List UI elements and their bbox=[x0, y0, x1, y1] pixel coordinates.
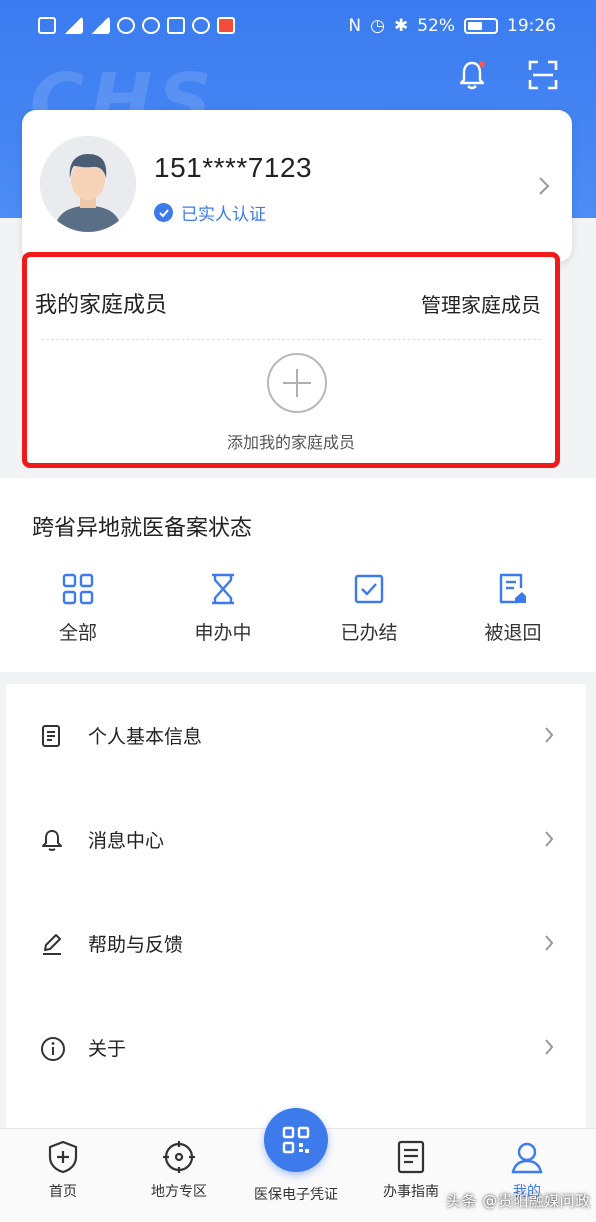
heart-icon bbox=[142, 17, 160, 34]
status-icons-left bbox=[38, 17, 235, 34]
status-icons-right: N ◷ ✱ 52% 19:26 bbox=[348, 16, 556, 36]
tab-label: 首页 bbox=[49, 1184, 77, 1200]
chevron-right-icon bbox=[545, 727, 554, 743]
record-status-title: 跨省异地就医备案状态 bbox=[32, 516, 253, 541]
add-family-member-label[interactable]: 添加我的家庭成员 bbox=[27, 429, 555, 453]
record-filter-label: 被退回 bbox=[484, 622, 542, 644]
menu-item-about[interactable]: 关于 bbox=[6, 996, 586, 1100]
target-icon bbox=[163, 1141, 195, 1173]
menu-item-label: 个人基本信息 bbox=[88, 726, 203, 748]
menu-item-label: 关于 bbox=[88, 1038, 127, 1060]
check-box-icon bbox=[354, 574, 384, 604]
tab-home[interactable]: 首页 bbox=[8, 1139, 118, 1201]
scan-icon[interactable] bbox=[526, 58, 560, 92]
signal-icon bbox=[63, 17, 83, 34]
record-filter-completed[interactable]: 已办结 bbox=[314, 572, 424, 645]
bell-icon[interactable] bbox=[455, 58, 489, 92]
guide-doc-icon bbox=[397, 1140, 425, 1174]
menu-item-label: 消息中心 bbox=[88, 830, 165, 852]
record-filter-label: 已办结 bbox=[340, 622, 398, 644]
chevron-right-icon bbox=[545, 935, 554, 951]
chat-icon bbox=[192, 17, 210, 34]
battery-percent: 52% bbox=[417, 16, 455, 36]
record-filter-label: 申办中 bbox=[194, 622, 252, 644]
profile-card[interactable]: 151****7123 已实人认证 bbox=[22, 110, 572, 262]
record-filter-label: 全部 bbox=[58, 622, 97, 644]
divider bbox=[41, 339, 541, 340]
menu-item-personal-info[interactable]: 个人基本信息 bbox=[6, 684, 586, 788]
menu-item-label: 帮助与反馈 bbox=[88, 934, 184, 956]
record-filter-processing[interactable]: 申办中 bbox=[168, 572, 278, 645]
verified-check-icon bbox=[154, 203, 173, 222]
chevron-right-icon bbox=[545, 1039, 554, 1055]
tab-label: 地方专区 bbox=[151, 1184, 207, 1200]
signal-icon-2 bbox=[90, 17, 110, 34]
bluetooth-icon: ✱ bbox=[393, 16, 409, 36]
record-filter-returned[interactable]: 被退回 bbox=[458, 572, 568, 645]
qr-icon bbox=[282, 1126, 310, 1154]
alarm-icon: ◷ bbox=[370, 16, 385, 36]
verified-status: 已实人认证 bbox=[154, 200, 266, 225]
chevron-right-icon bbox=[539, 177, 550, 195]
hd-icon bbox=[38, 17, 56, 34]
shield-icon bbox=[48, 1140, 78, 1174]
pen-icon bbox=[43, 934, 61, 955]
battery-icon bbox=[464, 18, 498, 34]
record-filter-all[interactable]: 全部 bbox=[23, 572, 133, 645]
returned-doc-icon bbox=[499, 573, 526, 604]
hourglass-icon bbox=[212, 573, 234, 605]
user-icon bbox=[511, 1142, 543, 1174]
chevron-right-icon bbox=[545, 831, 554, 847]
app-notification-icon bbox=[167, 17, 185, 34]
manage-family-link[interactable]: 管理家庭成员 bbox=[421, 289, 541, 318]
news-app-icon bbox=[217, 17, 235, 34]
menu-item-messages[interactable]: 消息中心 bbox=[6, 788, 586, 892]
avatar-person-icon bbox=[40, 136, 136, 232]
verified-label: 已实人认证 bbox=[181, 205, 266, 225]
family-members-card: 我的家庭成员 管理家庭成员 添加我的家庭成员 bbox=[22, 252, 560, 468]
phone-number: 151****7123 bbox=[154, 152, 313, 183]
clock: 19:26 bbox=[507, 16, 556, 36]
tab-local-zone[interactable]: 地方专区 bbox=[124, 1139, 234, 1201]
record-status-section: 跨省异地就医备案状态 全部 申办中 已办结 被退回 bbox=[0, 478, 596, 672]
avatar[interactable] bbox=[40, 136, 136, 232]
source-watermark: 头条 @贵阳融媒问政 bbox=[446, 1192, 591, 1210]
grid-icon bbox=[62, 573, 94, 605]
nfc-icon: N bbox=[348, 16, 362, 36]
menu-item-help-feedback[interactable]: 帮助与反馈 bbox=[6, 892, 586, 996]
bell-icon bbox=[42, 830, 62, 851]
info-icon bbox=[41, 1037, 65, 1061]
tab-insurance-certificate-label[interactable]: 医保电子凭证 bbox=[236, 1184, 356, 1204]
status-bar: N ◷ ✱ 52% 19:26 bbox=[0, 0, 596, 56]
add-family-member-button[interactable] bbox=[267, 353, 327, 413]
tab-insurance-certificate[interactable] bbox=[264, 1108, 328, 1172]
family-title: 我的家庭成员 bbox=[35, 293, 168, 318]
menu-list: 个人基本信息 消息中心 帮助与反馈 关于 bbox=[6, 684, 586, 1128]
wifi-icon bbox=[117, 17, 135, 34]
document-icon bbox=[42, 725, 60, 747]
